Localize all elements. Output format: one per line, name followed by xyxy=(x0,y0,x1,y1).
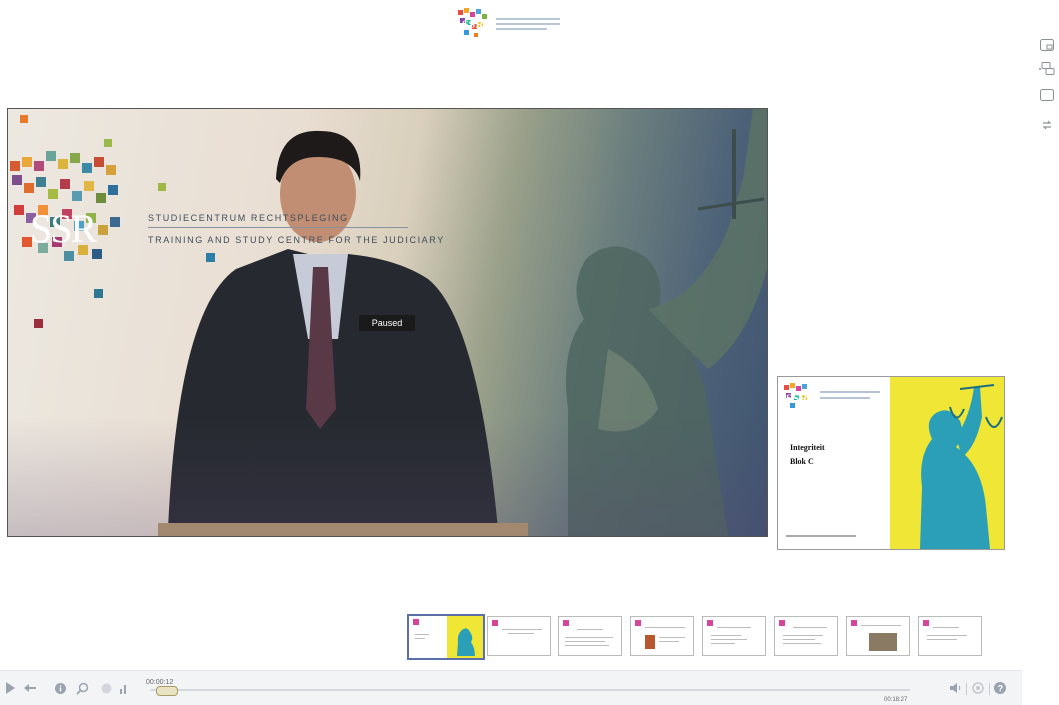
total-time: 00:18:27 xyxy=(884,697,908,703)
caption-icon[interactable] xyxy=(98,680,114,696)
slide-thumbnail[interactable] xyxy=(487,616,551,656)
slide-thumbnail[interactable] xyxy=(918,616,982,656)
ssr-logo-mark-icon: SSR xyxy=(458,8,487,37)
slide-header-line xyxy=(820,391,880,393)
slide-thumbnail[interactable] xyxy=(630,616,694,656)
video-shade xyxy=(8,416,767,536)
single-view-icon[interactable] xyxy=(1038,86,1056,104)
video-player[interactable]: STUDIECENTRUM RECHTSPLEGING TRAINING AND… xyxy=(7,108,768,537)
settings-icon[interactable] xyxy=(970,680,986,696)
svg-text:SSR: SSR xyxy=(462,17,484,31)
brand-divider xyxy=(148,227,408,228)
slide-subtitle: Blok C xyxy=(790,457,814,466)
rewind-icon[interactable] xyxy=(22,680,38,696)
video-logo-text: SSR xyxy=(30,206,97,251)
swap-layout-icon[interactable] xyxy=(1038,60,1056,78)
slide-logo-text: SSR xyxy=(786,391,809,405)
slide-thumbnail[interactable] xyxy=(774,616,838,656)
top-logo-text-lines xyxy=(496,18,560,33)
control-separator xyxy=(966,683,967,695)
slide-title: Integriteit xyxy=(790,443,825,452)
slide-thumbnail[interactable] xyxy=(407,614,485,660)
play-icon[interactable] xyxy=(2,680,18,696)
top-logo: SSR xyxy=(456,6,566,40)
slide-statue-image xyxy=(920,384,1003,549)
search-icon[interactable] xyxy=(74,680,90,696)
control-separator xyxy=(989,683,990,695)
current-time: 00:00:12 xyxy=(146,679,174,686)
picture-in-picture-icon[interactable] xyxy=(1038,36,1056,54)
slide-footer-line xyxy=(786,535,856,537)
brand-line-2: TRAINING AND STUDY CENTRE FOR THE JUDICI… xyxy=(148,235,445,245)
slide-preview[interactable]: SSR Integriteit Blok C xyxy=(777,376,1005,550)
svg-text:?: ? xyxy=(998,684,1004,694)
slide-thumbnail[interactable] xyxy=(846,616,910,656)
volume-icon[interactable] xyxy=(948,680,964,696)
player-control-bar xyxy=(0,670,1022,705)
slide-yellow-panel xyxy=(890,377,1004,549)
refresh-icon[interactable] xyxy=(1038,116,1056,134)
bars-icon[interactable] xyxy=(116,680,132,696)
paused-status-label: Paused xyxy=(359,315,415,331)
seek-bar[interactable] xyxy=(150,689,910,691)
seek-handle[interactable] xyxy=(156,686,179,696)
help-icon[interactable]: ? xyxy=(992,680,1008,696)
info-icon[interactable] xyxy=(52,680,68,696)
brand-line-1: STUDIECENTRUM RECHTSPLEGING xyxy=(148,213,349,223)
slide-header-line xyxy=(820,397,870,399)
slide-thumbnail[interactable] xyxy=(702,616,766,656)
slide-thumbnail[interactable] xyxy=(558,616,622,656)
